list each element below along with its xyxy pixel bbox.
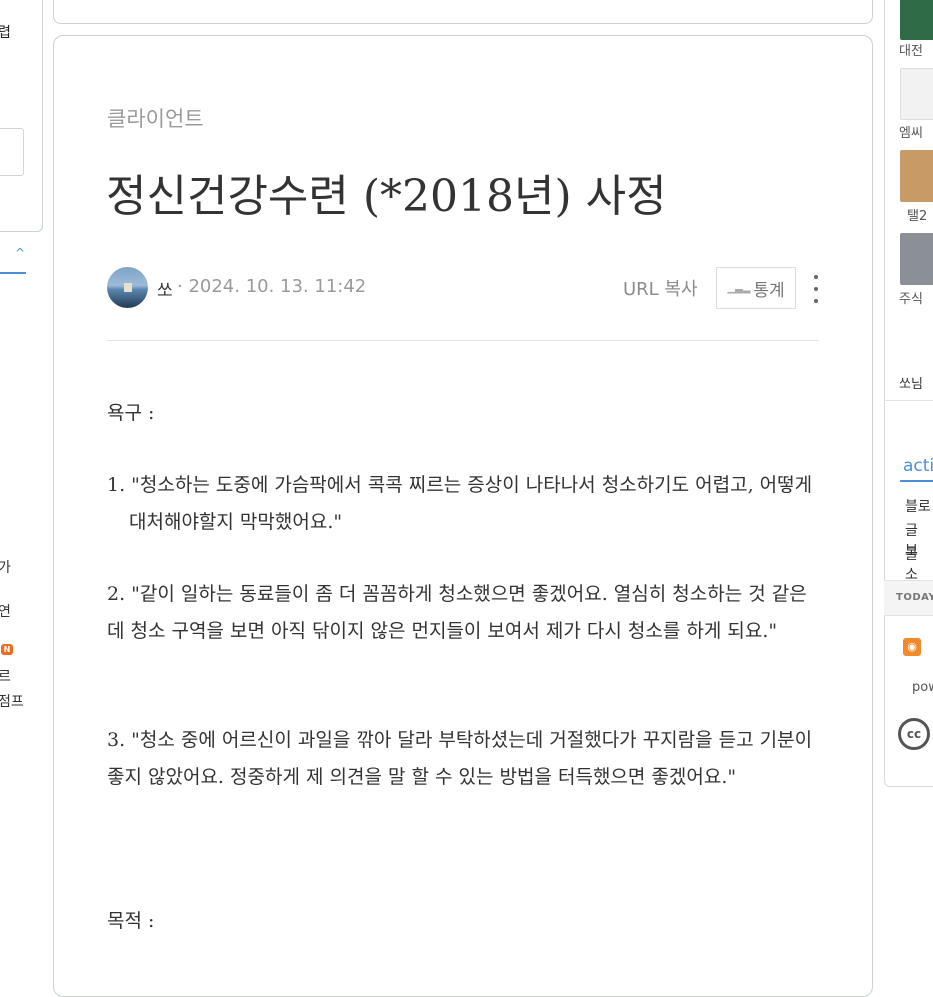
rss-icon[interactable]: ◉ bbox=[903, 638, 921, 656]
left-nav-item-4[interactable]: 점프 bbox=[0, 691, 24, 711]
thumbnail-image[interactable] bbox=[900, 150, 933, 202]
author-name[interactable]: 쏘 bbox=[157, 276, 173, 301]
sidebar-link-3[interactable]: 글 소 bbox=[905, 544, 933, 584]
stats-button[interactable]: ▁▃▂ 통계 bbox=[716, 267, 796, 309]
header-divider bbox=[107, 340, 819, 341]
post-paragraph: 2. "같이 일하는 동료들이 좀 더 꼼꼼하게 청소했으면 좋겠어요. 열심히… bbox=[107, 576, 819, 650]
tab-activity[interactable]: acti bbox=[903, 456, 933, 476]
tab-indicator bbox=[900, 480, 933, 482]
post-title: 정신건강수련 (*2018년) 사정 bbox=[106, 171, 667, 222]
post-paragraph: 욕구 : bbox=[107, 395, 819, 432]
post-date: · 2024. 10. 13. 11:42 bbox=[177, 276, 367, 297]
sidebar-link-1[interactable]: 블로 bbox=[905, 496, 931, 516]
need-item-1: 1. "청소하는 도중에 가슴팍에서 콕콕 찌르는 증상이 나타나서 청소하기도… bbox=[107, 474, 813, 533]
needs-heading: 욕구 : bbox=[107, 402, 155, 424]
post-paragraph: 3. "청소 중에 어르신이 과일을 깎아 달라 부탁하셨는데 거절했다가 꾸지… bbox=[107, 722, 819, 796]
bar-chart-icon: ▁▃▂ bbox=[727, 282, 751, 294]
stats-label: 통계 bbox=[753, 280, 785, 301]
creative-commons-icon[interactable]: cc bbox=[898, 718, 930, 750]
url-copy-button[interactable]: URL 복사 bbox=[623, 275, 698, 301]
thumbnail-image[interactable] bbox=[900, 233, 933, 285]
new-badge: N bbox=[1, 644, 13, 655]
thumbnail-label[interactable]: 대전 bbox=[899, 40, 923, 59]
thumbnail-label[interactable]: 탤2 bbox=[907, 205, 927, 224]
thumbnail-label[interactable]: 주식 bbox=[899, 288, 923, 307]
previous-card bbox=[53, 0, 873, 24]
thumbnail-image[interactable] bbox=[900, 68, 933, 120]
powered-by-text: pow bbox=[912, 680, 933, 695]
chevron-up-icon[interactable]: ^ bbox=[15, 246, 25, 260]
post-paragraph: 목적 : bbox=[107, 903, 819, 940]
need-item-2: 2. "같이 일하는 동료들이 좀 더 꼼꼼하게 청소했으면 좋겠어요. 열심히… bbox=[107, 583, 807, 642]
purpose-heading: 목적 : bbox=[107, 910, 155, 932]
left-sidebar-search-input[interactable] bbox=[0, 128, 24, 176]
need-item-3: 3. "청소 중에 어르신이 과일을 깎아 달라 부탁하셨는데 거절했다가 꾸지… bbox=[107, 729, 813, 788]
thumbnail-label[interactable]: 엠씨 bbox=[899, 122, 923, 141]
more-vertical-icon[interactable] bbox=[810, 275, 822, 303]
post-paragraph: 1. "청소하는 도중에 가슴팍에서 콕콕 찌르는 증상이 나타나서 청소하기도… bbox=[107, 467, 819, 541]
sidebar-divider bbox=[884, 400, 933, 401]
today-label: TODAY bbox=[896, 592, 933, 603]
left-nav-item-1[interactable]: 가 bbox=[0, 557, 11, 577]
thumbnail-image[interactable] bbox=[900, 0, 933, 40]
today-counter: TODAY bbox=[884, 580, 933, 616]
blog-owner[interactable]: 쏘님 bbox=[899, 373, 923, 392]
avatar[interactable] bbox=[107, 267, 148, 308]
left-sidebar-tab-indicator bbox=[0, 272, 26, 274]
left-nav-item-3[interactable]: 르 bbox=[0, 666, 11, 686]
left-nav-item-2[interactable]: 연 bbox=[0, 601, 11, 621]
left-sidebar-text: 렵 bbox=[0, 25, 11, 41]
post-category[interactable]: 클라이언트 bbox=[107, 103, 204, 133]
